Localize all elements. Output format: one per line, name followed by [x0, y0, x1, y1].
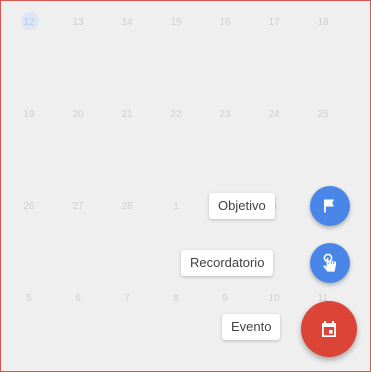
goal-button[interactable]: [310, 186, 350, 226]
day-cell[interactable]: 24: [260, 105, 288, 125]
week-row: 12 13 14 15 16 17 18: [1, 1, 370, 93]
day-cell[interactable]: 13: [64, 13, 92, 33]
fab-menu-item-goal: Objetivo: [1, 177, 370, 237]
fab-menu-item-reminder: Recordatorio: [1, 233, 370, 293]
day-cell[interactable]: 21: [113, 105, 141, 125]
goal-label[interactable]: Objetivo: [209, 193, 275, 219]
day-cell[interactable]: 22: [162, 105, 190, 125]
event-label[interactable]: Evento: [222, 314, 281, 340]
calendar-event-icon: [322, 321, 336, 337]
day-cell[interactable]: 14: [113, 13, 141, 33]
reminder-label[interactable]: Recordatorio: [181, 250, 274, 276]
event-button[interactable]: [301, 301, 357, 357]
day-cell[interactable]: 16: [211, 13, 239, 33]
day-cell[interactable]: 25: [309, 105, 337, 125]
day-cell[interactable]: 15: [162, 13, 190, 33]
day-cell[interactable]: 23: [211, 105, 239, 125]
fab-menu-item-event: Evento: [1, 299, 370, 359]
reminder-button[interactable]: [310, 243, 350, 283]
flag-icon: [324, 199, 334, 213]
calendar-screen: 12 13 14 15 16 17 18 19 20 21 22 23 24 2…: [0, 0, 371, 372]
reminder-hand-icon: [323, 253, 336, 272]
day-cell[interactable]: 17: [260, 13, 288, 33]
week-row: 19 20 21 22 23 24 25: [1, 93, 370, 185]
day-cell[interactable]: 18: [309, 13, 337, 33]
day-cell[interactable]: 20: [64, 105, 92, 125]
day-cell[interactable]: 19: [15, 105, 43, 125]
day-cell[interactable]: 12: [15, 13, 43, 33]
